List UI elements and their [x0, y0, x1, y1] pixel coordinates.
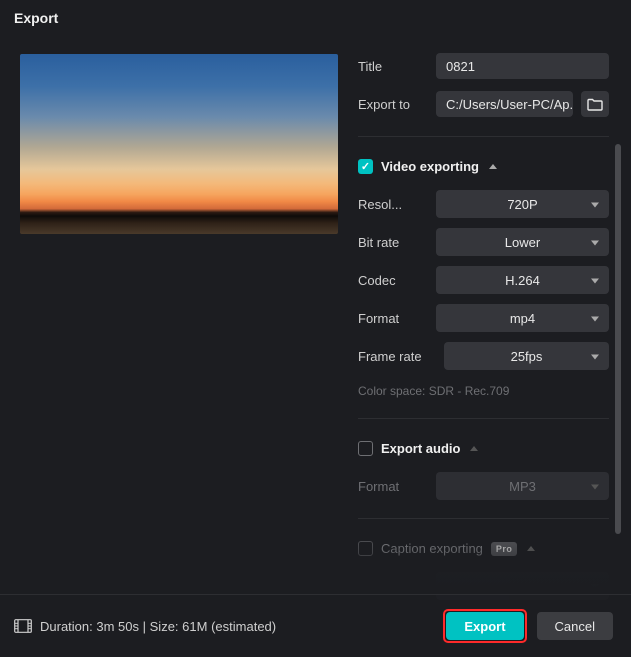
colorspace-note: Color space: SDR - Rec.709: [358, 384, 609, 398]
codec-dropdown[interactable]: H.264: [436, 266, 609, 294]
dialog-title: Export: [0, 0, 631, 36]
framerate-dropdown[interactable]: 25fps: [444, 342, 609, 370]
export-audio-checkbox[interactable]: [358, 441, 373, 456]
title-input[interactable]: [436, 53, 609, 79]
divider: [358, 136, 609, 137]
video-preview-thumbnail: [20, 54, 338, 234]
export-to-label: Export to: [358, 97, 428, 112]
resolution-dropdown[interactable]: 720P: [436, 190, 609, 218]
chevron-up-icon: [527, 546, 535, 551]
video-exporting-checkbox[interactable]: ✓: [358, 159, 373, 174]
chevron-down-icon: [591, 203, 599, 208]
export-button[interactable]: Export: [446, 612, 523, 640]
bitrate-dropdown[interactable]: Lower: [436, 228, 609, 256]
export-audio-label: Export audio: [381, 441, 460, 456]
output-meta: Duration: 3m 50s | Size: 61M (estimated): [14, 619, 276, 634]
chevron-down-icon: [591, 279, 599, 284]
format-value: mp4: [510, 311, 535, 326]
title-label: Title: [358, 59, 428, 74]
resolution-row: Resol... 720P: [358, 192, 609, 216]
settings-column: Title Export to C:/Users/User-PC/Ap... ✓…: [358, 54, 621, 594]
caption-hidden-row: [358, 574, 609, 598]
footer-actions: Export Cancel: [443, 609, 613, 643]
format-row: Format mp4: [358, 306, 609, 330]
codec-label: Codec: [358, 273, 428, 288]
chevron-down-icon: [591, 241, 599, 246]
codec-row: Codec H.264: [358, 268, 609, 292]
video-exporting-label: Video exporting: [381, 159, 479, 174]
settings-scrollbar[interactable]: [615, 54, 621, 594]
pro-badge: Pro: [491, 542, 518, 556]
framerate-row: Frame rate 25fps: [358, 344, 609, 368]
folder-icon: [587, 97, 603, 111]
chevron-up-icon: [470, 446, 478, 451]
resolution-value: 720P: [507, 197, 537, 212]
audio-format-label: Format: [358, 479, 428, 494]
export-to-row: Export to C:/Users/User-PC/Ap...: [358, 92, 609, 116]
chevron-down-icon: [591, 485, 599, 490]
framerate-value: 25fps: [511, 349, 543, 364]
export-path-display[interactable]: C:/Users/User-PC/Ap...: [436, 91, 573, 117]
framerate-label: Frame rate: [358, 349, 436, 364]
browse-folder-button[interactable]: [581, 91, 609, 117]
codec-value: H.264: [505, 273, 540, 288]
scrollbar-thumb[interactable]: [615, 144, 621, 534]
settings-list: Title Export to C:/Users/User-PC/Ap... ✓…: [358, 54, 609, 594]
caption-exporting-label: Caption exporting: [381, 541, 483, 556]
cancel-button[interactable]: Cancel: [537, 612, 613, 640]
resolution-label: Resol...: [358, 197, 428, 212]
preview-column: [20, 54, 338, 594]
bitrate-value: Lower: [505, 235, 540, 250]
bitrate-label: Bit rate: [358, 235, 428, 250]
divider: [358, 518, 609, 519]
export-button-highlight: Export: [443, 609, 526, 643]
format-label: Format: [358, 311, 428, 326]
bitrate-row: Bit rate Lower: [358, 230, 609, 254]
export-dialog: Export Title Export to C:/Users/User-PC/…: [0, 0, 631, 657]
chevron-down-icon: [591, 317, 599, 322]
caption-exporting-checkbox[interactable]: [358, 541, 373, 556]
export-audio-header[interactable]: Export audio: [358, 441, 609, 456]
video-exporting-header[interactable]: ✓ Video exporting: [358, 159, 609, 174]
film-icon: [14, 619, 32, 633]
title-row: Title: [358, 54, 609, 78]
audio-format-value: MP3: [509, 479, 536, 494]
footer: Duration: 3m 50s | Size: 61M (estimated)…: [0, 594, 631, 657]
audio-format-row: Format MP3: [358, 474, 609, 498]
caption-exporting-header[interactable]: Caption exporting Pro: [358, 541, 609, 556]
format-dropdown[interactable]: mp4: [436, 304, 609, 332]
dialog-content: Title Export to C:/Users/User-PC/Ap... ✓…: [0, 36, 631, 594]
meta-text: Duration: 3m 50s | Size: 61M (estimated): [40, 619, 276, 634]
chevron-down-icon: [591, 355, 599, 360]
chevron-up-icon: [489, 164, 497, 169]
audio-format-dropdown: MP3: [436, 472, 609, 500]
divider: [358, 418, 609, 419]
